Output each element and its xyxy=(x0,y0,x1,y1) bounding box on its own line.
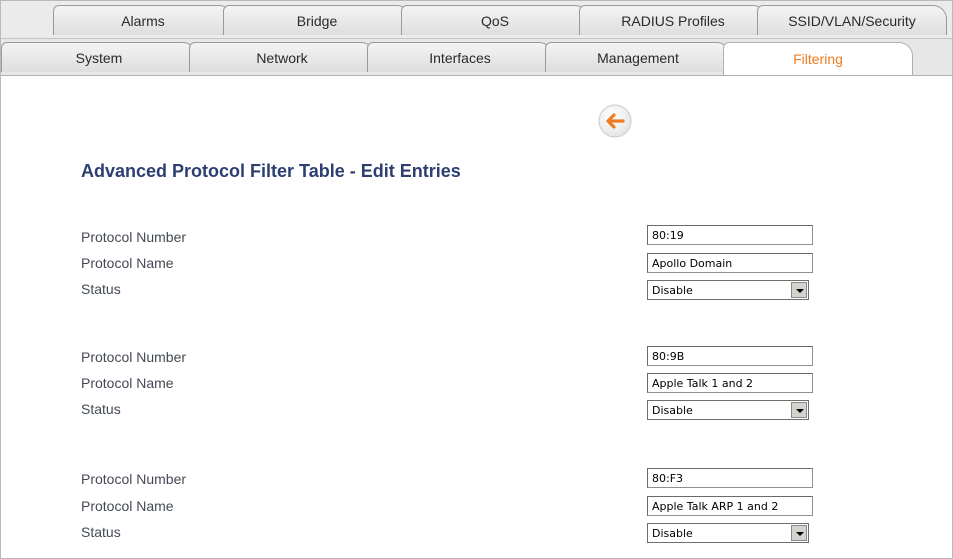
status-select-value: Disable xyxy=(652,284,693,297)
status-select[interactable]: Disable xyxy=(647,280,809,300)
status-label: Status xyxy=(81,401,121,417)
protocol-number-input[interactable] xyxy=(647,468,813,488)
tab-ssid-vlan-security[interactable]: SSID/VLAN/Security xyxy=(757,5,947,35)
page-frame: Alarms Bridge QoS RADIUS Profiles SSID/V… xyxy=(0,0,953,559)
status-select-value: Disable xyxy=(652,404,693,417)
tab-label: Bridge xyxy=(296,12,338,29)
tab-label: RADIUS Profiles xyxy=(621,12,725,29)
tab-filtering[interactable]: Filtering xyxy=(723,42,913,75)
protocol-number-label: Protocol Number xyxy=(81,349,187,365)
tab-label: Alarms xyxy=(121,12,165,29)
tab-radius-profiles[interactable]: RADIUS Profiles xyxy=(579,5,767,35)
tab-alarms[interactable]: Alarms xyxy=(53,5,233,35)
status-label: Status xyxy=(81,281,121,297)
tab-interfaces[interactable]: Interfaces xyxy=(367,42,553,72)
protocol-number-label: Protocol Number xyxy=(81,229,187,245)
protocol-name-input[interactable] xyxy=(647,496,813,516)
protocol-name-label: Protocol Name xyxy=(81,498,174,514)
tab-label: Management xyxy=(597,49,679,66)
dropdown-arrow-icon[interactable] xyxy=(791,525,807,541)
tab-row-bottom: System Network Interfaces Management Fil… xyxy=(1,39,952,76)
tab-label: Interfaces xyxy=(429,49,491,66)
protocol-number-input[interactable] xyxy=(647,225,813,245)
status-select[interactable]: Disable xyxy=(647,523,809,543)
tab-label: System xyxy=(75,49,123,66)
tab-label: SSID/VLAN/Security xyxy=(788,12,916,29)
tab-row-top: Alarms Bridge QoS RADIUS Profiles SSID/V… xyxy=(1,1,952,39)
tab-system[interactable]: System xyxy=(1,42,197,72)
tab-bridge[interactable]: Bridge xyxy=(223,5,411,35)
tab-label: Network xyxy=(256,49,308,66)
tab-qos[interactable]: QoS xyxy=(401,5,589,35)
back-arrow-icon xyxy=(598,104,632,138)
tab-network[interactable]: Network xyxy=(189,42,375,72)
tab-management[interactable]: Management xyxy=(545,42,731,72)
protocol-name-label: Protocol Name xyxy=(81,375,174,391)
tab-label: Filtering xyxy=(793,51,843,67)
status-select[interactable]: Disable xyxy=(647,400,809,420)
dropdown-arrow-icon[interactable] xyxy=(791,402,807,418)
status-label: Status xyxy=(81,524,121,540)
back-button[interactable] xyxy=(597,103,633,139)
dropdown-arrow-icon[interactable] xyxy=(791,282,807,298)
page-title: Advanced Protocol Filter Table - Edit En… xyxy=(81,161,461,181)
protocol-number-label: Protocol Number xyxy=(81,471,187,487)
tab-label: QoS xyxy=(480,12,509,29)
protocol-name-input[interactable] xyxy=(647,253,813,273)
protocol-number-input[interactable] xyxy=(647,346,813,366)
status-select-value: Disable xyxy=(652,527,693,540)
protocol-name-input[interactable] xyxy=(647,373,813,393)
protocol-name-label: Protocol Name xyxy=(81,255,174,271)
